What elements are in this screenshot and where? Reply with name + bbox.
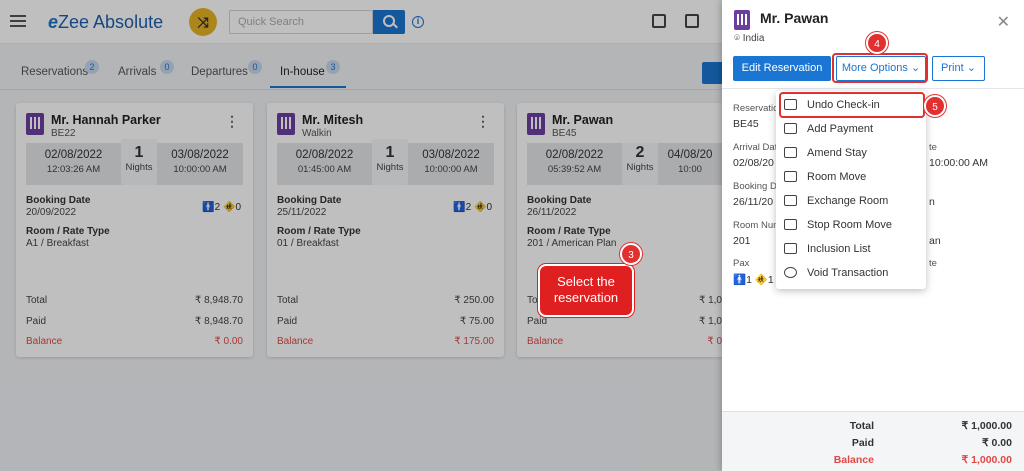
paid-label: Paid bbox=[851, 437, 874, 449]
menu-item-add-payment[interactable]: Add Payment bbox=[776, 117, 926, 141]
step-4-badge: 4 bbox=[866, 32, 888, 54]
menu-item-void-transaction[interactable]: Void Transaction bbox=[776, 261, 926, 285]
instruction-callout: Select the reservation bbox=[538, 264, 634, 317]
arrival-date-label: Arrival Dat bbox=[733, 142, 778, 153]
panel-footer: Total ₹ 1,000.00 Paid ₹ 0.00 Balance ₹ 1… bbox=[722, 411, 1024, 471]
reservation-no-value: BE45 bbox=[733, 118, 759, 130]
rate-label: te bbox=[929, 258, 937, 269]
step-3-badge: 3 bbox=[620, 243, 642, 265]
exchange-room-icon bbox=[784, 195, 797, 206]
rate-plan-value: an bbox=[929, 235, 941, 247]
undo-check-in-highlight bbox=[779, 92, 925, 118]
location: ⌾ India bbox=[734, 33, 765, 44]
calendar-icon bbox=[784, 147, 797, 158]
menu-item-inclusion-list[interactable]: Inclusion List bbox=[776, 237, 926, 261]
more-options-highlight bbox=[832, 53, 928, 83]
chevron-down-icon: ⌄ bbox=[966, 62, 976, 74]
menu-item-stop-room-move[interactable]: Stop Room Move bbox=[776, 213, 926, 237]
close-icon[interactable]: ✕ bbox=[997, 12, 1010, 32]
menu-item-room-move[interactable]: Room Move bbox=[776, 165, 926, 189]
edit-reservation-button[interactable]: Edit Reservation bbox=[733, 56, 831, 81]
balance-value: ₹ 1,000.00 bbox=[961, 454, 1012, 466]
reservation-no-label: Reservatio bbox=[733, 103, 779, 114]
more-options-menu: Undo Check-in Add Payment Amend Stay Roo… bbox=[776, 91, 926, 289]
booking-date-value: 26/11/20 bbox=[733, 196, 774, 208]
total-label: Total bbox=[849, 420, 874, 432]
balance-label: Balance bbox=[833, 454, 874, 466]
room-number-label: Room Num bbox=[733, 220, 782, 231]
payment-icon bbox=[784, 123, 797, 134]
pax-value: 🚹1 🚸1 bbox=[733, 274, 774, 286]
booking-date-label: Booking Da bbox=[733, 181, 783, 192]
menu-item-amend-stay[interactable]: Amend Stay bbox=[776, 141, 926, 165]
pax-label: Pax bbox=[733, 258, 750, 269]
location-pin-icon: ⌾ bbox=[734, 33, 740, 44]
panel-guest-name: Mr. Pawan bbox=[760, 10, 829, 26]
booking-source-value: n bbox=[929, 196, 935, 208]
departure-date-label: te bbox=[929, 142, 937, 153]
divider bbox=[722, 88, 1024, 89]
menu-item-exchange-room[interactable]: Exchange Room bbox=[776, 189, 926, 213]
inclusion-list-icon bbox=[784, 243, 797, 254]
departure-time-value: 10:00:00 AM bbox=[929, 157, 988, 169]
paid-value: ₹ 0.00 bbox=[981, 437, 1012, 449]
hotel-icon bbox=[734, 10, 750, 30]
room-number-value: 201 bbox=[733, 235, 751, 247]
step-5-badge: 5 bbox=[924, 95, 946, 117]
arrival-date-value: 02/08/20 bbox=[733, 157, 774, 169]
print-button[interactable]: Print ⌄ bbox=[932, 56, 985, 81]
room-move-icon bbox=[784, 171, 797, 182]
modal-backdrop[interactable] bbox=[0, 0, 722, 471]
void-icon bbox=[784, 267, 797, 278]
hand-stop-icon bbox=[784, 219, 797, 230]
total-value: ₹ 1,000.00 bbox=[961, 420, 1012, 432]
